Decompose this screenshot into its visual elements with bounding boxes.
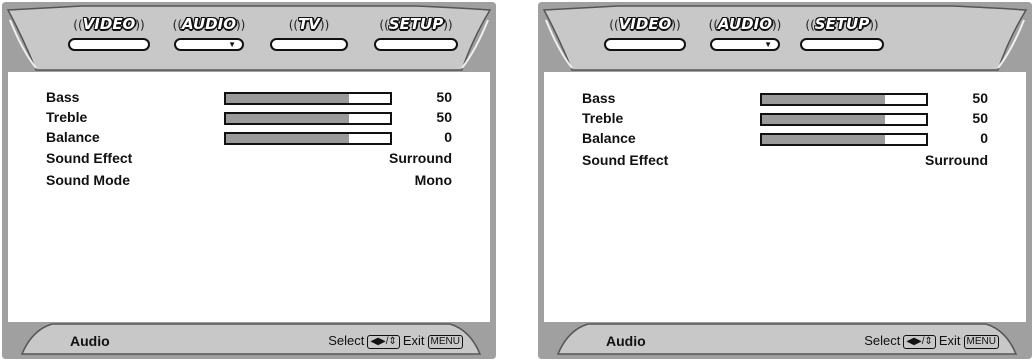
level-bar[interactable] — [224, 132, 392, 145]
tab-label: VIDEO — [82, 15, 136, 33]
osd-screen-left: ((VIDEO)) ((AUDIO)) ▼ ((TV)) ((SETUP)) B… — [2, 0, 496, 361]
arrow-keys-icon: ◀▶/⇕ — [903, 335, 936, 349]
footer-hints: Select ◀▶/⇕ Exit MENU — [864, 333, 1002, 353]
exit-hint-label: Exit — [402, 333, 425, 348]
level-bar[interactable] — [760, 93, 928, 106]
menu-row-sound-effect[interactable]: Sound Effect Surround — [46, 150, 452, 170]
level-bar[interactable] — [760, 113, 928, 126]
row-value: 50 — [972, 110, 988, 126]
row-label: Sound Effect — [46, 150, 133, 166]
chevron-down-icon: ▼ — [764, 40, 772, 49]
row-value: 0 — [980, 130, 988, 146]
tab-setup[interactable]: ((SETUP)) — [794, 12, 890, 60]
tab-tv[interactable]: ((TV)) — [264, 12, 354, 60]
row-value: 50 — [972, 90, 988, 106]
row-value: Surround — [389, 150, 452, 166]
footer-hints: Select ◀▶/⇕ Exit MENU — [328, 333, 466, 353]
row-label: Bass — [46, 89, 80, 105]
row-label: Bass — [582, 90, 616, 106]
footer-title: Audio — [606, 333, 646, 349]
tab-setup[interactable]: ((SETUP)) — [368, 12, 464, 60]
row-value: 50 — [436, 109, 452, 125]
level-bar[interactable] — [224, 92, 392, 105]
menu-row-sound-effect[interactable]: Sound Effect Surround — [582, 152, 988, 172]
tab-label: SETUP — [388, 15, 444, 33]
menu-key-icon: MENU — [427, 335, 463, 349]
select-hint-label: Select — [328, 333, 365, 348]
menu-row-treble[interactable]: Treble 50 — [46, 109, 452, 129]
tab-label: SETUP — [814, 15, 870, 33]
row-label: Sound Mode — [46, 172, 130, 188]
tab-audio[interactable]: ((AUDIO)) ▼ — [704, 12, 786, 60]
select-hint-label: Select — [864, 333, 901, 348]
tab-pill — [270, 38, 348, 51]
tab-audio[interactable]: ((AUDIO)) ▼ — [168, 12, 250, 60]
chevron-down-icon: ▼ — [228, 40, 236, 49]
row-value: 0 — [444, 129, 452, 145]
arrow-keys-icon: ◀▶/⇕ — [367, 335, 400, 349]
tab-pill: ▼ — [710, 38, 780, 51]
row-label: Balance — [582, 130, 636, 146]
tab-pill — [68, 38, 150, 51]
row-value: Surround — [925, 152, 988, 168]
row-value: 50 — [436, 89, 452, 105]
osd-screen-right: ((VIDEO)) ((AUDIO)) ▼ ((SETUP)) Bass 50 … — [538, 0, 1032, 361]
tab-pill — [604, 38, 686, 51]
tab-pill — [374, 38, 458, 51]
menu-row-balance[interactable]: Balance 0 — [46, 129, 452, 149]
tab-video[interactable]: ((VIDEO)) — [62, 12, 156, 60]
tab-label: AUDIO — [718, 15, 772, 33]
row-value: Mono — [414, 172, 452, 188]
tab-label: AUDIO — [182, 15, 236, 33]
tab-label: TV — [298, 15, 320, 33]
row-label: Treble — [582, 110, 624, 126]
row-label: Sound Effect — [582, 152, 669, 168]
tab-pill — [800, 38, 884, 51]
row-label: Balance — [46, 129, 100, 145]
row-label: Treble — [46, 109, 88, 125]
tab-label: VIDEO — [618, 15, 672, 33]
menu-row-bass[interactable]: Bass 50 — [46, 89, 452, 109]
tab-pill: ▼ — [174, 38, 244, 51]
level-bar[interactable] — [224, 112, 392, 125]
menu-key-icon: MENU — [963, 335, 999, 349]
exit-hint-label: Exit — [938, 333, 961, 348]
menu-row-sound-mode[interactable]: Sound Mode Mono — [46, 172, 452, 192]
footer-title: Audio — [70, 333, 110, 349]
menu-row-balance[interactable]: Balance 0 — [582, 130, 988, 150]
menu-row-treble[interactable]: Treble 50 — [582, 110, 988, 130]
menu-row-bass[interactable]: Bass 50 — [582, 90, 988, 110]
level-bar[interactable] — [760, 133, 928, 146]
tab-video[interactable]: ((VIDEO)) — [598, 12, 692, 60]
